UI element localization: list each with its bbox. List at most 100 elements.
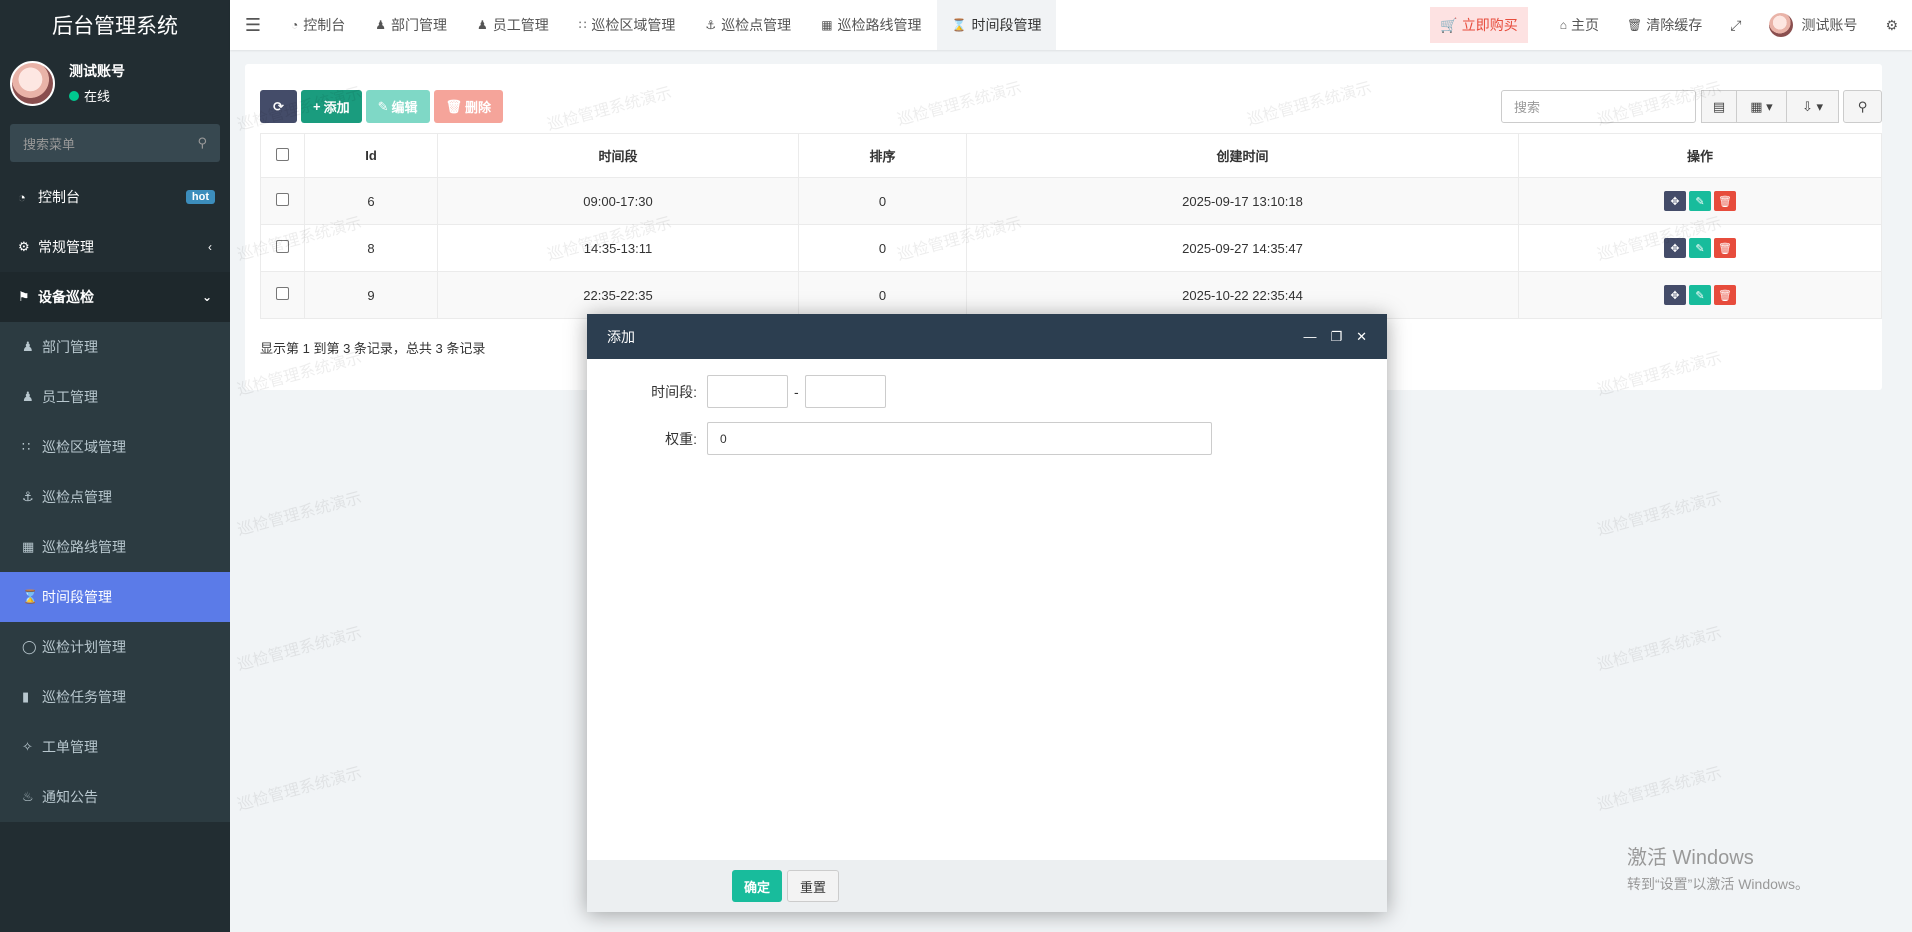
sidebar-item-notice[interactable]: ♨ 通知公告 (0, 772, 230, 822)
tab-point[interactable]: ⚓ 巡检点管理 (690, 0, 806, 50)
menu-search-input[interactable]: 搜索菜单 ⚲ (10, 124, 220, 162)
export-button[interactable]: ⇩ ▾ (1787, 90, 1839, 123)
maximize-icon[interactable]: ❐ (1330, 329, 1342, 345)
table-search-input[interactable]: 搜索 (1501, 90, 1696, 123)
toggle-view-button[interactable]: ▤ (1701, 90, 1737, 123)
weight-input[interactable]: 0 (707, 422, 1212, 455)
tab-route[interactable]: ▦ 巡检路线管理 (806, 0, 936, 50)
bell-icon: ♨ (22, 789, 34, 804)
confirm-button[interactable]: 确定 (732, 870, 783, 902)
dialog-header[interactable]: 添加 — ❐ ✕ (587, 314, 1387, 359)
advanced-search-button[interactable]: ⚲ (1843, 90, 1882, 123)
sidebar-item-workorder[interactable]: ✧ 工单管理 (0, 722, 230, 772)
user-menu[interactable]: 测试账号 (1755, 13, 1871, 37)
sidebar-item-point[interactable]: ⚓ 巡检点管理 (0, 472, 230, 522)
reset-button[interactable]: 重置 (787, 870, 840, 902)
clear-cache-label: 清除缓存 (1646, 17, 1703, 33)
fullscreen-icon[interactable]: ⤢ (1716, 17, 1755, 34)
watermark-text: 巡检管理系统演示 (1595, 624, 1724, 675)
column-header-created[interactable]: 创建时间 (966, 133, 1519, 178)
close-icon[interactable]: ✕ (1356, 329, 1367, 345)
pencil-icon: ✎ (377, 98, 389, 114)
search-icon: ⚲ (197, 135, 207, 150)
tab-area[interactable]: ∷ 巡检区域管理 (564, 0, 691, 50)
tab-timeslot[interactable]: ⌛ 时间段管理 (936, 0, 1057, 50)
cell-id: 6 (304, 177, 438, 225)
cell-sort: 0 (798, 224, 967, 272)
watermark-text: 巡检管理系统演示 (1595, 489, 1724, 540)
select-all-checkbox[interactable] (276, 147, 289, 161)
edit-row-icon[interactable]: ✎ (1689, 285, 1711, 305)
row-checkbox[interactable] (276, 287, 289, 300)
sidebar-item-dashboard[interactable]: ◔ 控制台 hot (0, 172, 230, 222)
tab-label: 巡检点管理 (721, 17, 792, 33)
sidebar-item-label: 设备巡检 (38, 289, 94, 305)
sidebar-item-label: 通知公告 (42, 789, 98, 805)
sidebar-item-employee[interactable]: ♟ 员工管理 (0, 372, 230, 422)
row-checkbox[interactable] (276, 193, 289, 206)
watermark-text: 巡检管理系统演示 (235, 624, 364, 675)
column-header-actions: 操作 (1518, 133, 1882, 178)
column-header-id[interactable]: Id (304, 133, 438, 178)
sidebar: 后台管理系统 测试账号 在线 搜索菜单 ⚲ ◔ 控制台 hot ⚙ 常规管理 ‹… (0, 0, 230, 932)
top-navbar: ☰ ◔ 控制台 ♟ 部门管理 ♟ 员工管理 ∷ 巡检区域管理 ⚓ 巡检点管理 ▦ 巡检路线管… (230, 0, 1912, 50)
sidebar-item-inspection[interactable]: ⚑ 设备巡检 ⌄ (0, 272, 230, 322)
period-end-input[interactable] (804, 375, 886, 408)
columns-button[interactable]: ▦ ▾ (1737, 90, 1787, 123)
settings-icon[interactable]: ⚙ (1871, 17, 1912, 34)
row-select-cell (260, 177, 305, 225)
minimize-icon[interactable]: — (1303, 329, 1316, 345)
sidebar-item-timeslot[interactable]: ⌛ 时间段管理 (0, 572, 230, 622)
chevron-down-icon: ⌄ (201, 290, 212, 304)
delete-button[interactable]: 🗑 删除 (433, 90, 504, 123)
watermark-text: 巡检管理系统演示 (1595, 764, 1724, 815)
grid-icon: ∷ (578, 18, 587, 32)
tab-department[interactable]: ♟ 部门管理 (360, 0, 462, 50)
sidebar-item-general[interactable]: ⚙ 常规管理 ‹ (0, 222, 230, 272)
sidebar-item-department[interactable]: ♟ 部门管理 (0, 322, 230, 372)
columns-icon: ▦ ▾ (1750, 98, 1773, 114)
sidebar-item-plan[interactable]: ◯ 巡检计划管理 (0, 622, 230, 672)
drag-sort-icon[interactable]: ✥ (1664, 191, 1686, 211)
tab-employee[interactable]: ♟ 员工管理 (462, 0, 564, 50)
anchor-icon: ⚓ (22, 489, 34, 504)
edit-label: 编辑 (391, 100, 418, 115)
edit-button[interactable]: ✎ 编辑 (365, 90, 430, 123)
menu-search-placeholder: 搜索菜单 (23, 136, 76, 152)
app-title[interactable]: 后台管理系统 (0, 0, 230, 50)
drag-sort-icon[interactable]: ✥ (1664, 238, 1686, 258)
search-placeholder: 搜索 (1514, 100, 1541, 115)
list-icon: ▤ (1712, 98, 1726, 114)
delete-row-icon[interactable]: 🗑 (1714, 191, 1736, 211)
tab-dashboard[interactable]: ◔ 控制台 (276, 0, 360, 50)
sidebar-item-label: 巡检任务管理 (42, 689, 126, 705)
sidebar-item-area[interactable]: ∷ 巡检区域管理 (0, 422, 230, 472)
sidebar-item-label: 巡检路线管理 (42, 539, 126, 555)
menu-toggle-icon[interactable]: ☰ (230, 0, 276, 50)
delete-row-icon[interactable]: 🗑 (1714, 285, 1736, 305)
refresh-button[interactable]: ⟳ (260, 90, 297, 123)
cell-actions: ✥ ✎ 🗑 (1518, 177, 1882, 225)
delete-row-icon[interactable]: 🗑 (1714, 238, 1736, 258)
flag-icon: ⚑ (18, 289, 30, 304)
add-button[interactable]: + 添加 (301, 90, 362, 123)
home-link[interactable]: ⌂ 主页 (1546, 15, 1613, 35)
gears-icon: ⚙ (18, 239, 30, 254)
cell-sort: 0 (798, 177, 967, 225)
cell-actions: ✥ ✎ 🗑 (1518, 271, 1882, 319)
sidebar-item-task[interactable]: ▮ 巡检任务管理 (0, 672, 230, 722)
column-header-sort[interactable]: 排序 (798, 133, 967, 178)
buy-now-button[interactable]: 🛒 立即购买 (1430, 7, 1528, 43)
clear-cache-button[interactable]: 🗑 清除缓存 (1613, 15, 1716, 35)
drag-sort-icon[interactable]: ✥ (1664, 285, 1686, 305)
edit-row-icon[interactable]: ✎ (1689, 238, 1711, 258)
hot-badge: hot (185, 190, 215, 204)
sidebar-item-route[interactable]: ▦ 巡检路线管理 (0, 522, 230, 572)
select-all-cell (260, 133, 305, 178)
edit-row-icon[interactable]: ✎ (1689, 191, 1711, 211)
cell-id: 8 (304, 224, 438, 272)
row-checkbox[interactable] (276, 240, 289, 253)
period-start-input[interactable] (707, 375, 788, 408)
column-header-period[interactable]: 时间段 (437, 133, 799, 178)
dialog-title: 添加 (607, 328, 635, 345)
